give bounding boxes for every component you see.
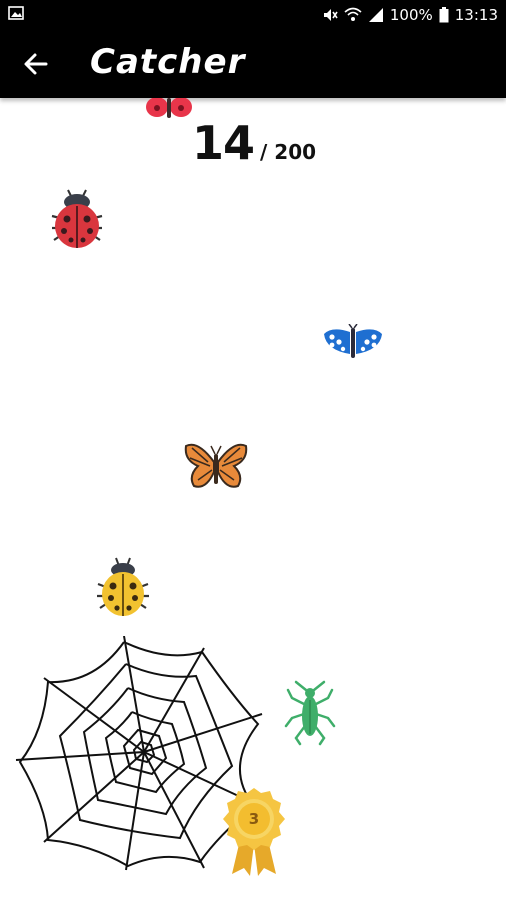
orange-butterfly[interactable] bbox=[184, 440, 248, 492]
image-icon bbox=[8, 6, 24, 20]
battery-percent: 100% bbox=[389, 6, 433, 24]
status-bar: 100% 13:13 bbox=[0, 0, 506, 30]
score-current: 14 bbox=[192, 116, 255, 170]
page-title: Catcher bbox=[90, 42, 246, 82]
score-display: 14 / 200 bbox=[192, 116, 316, 170]
mute-icon bbox=[323, 9, 338, 21]
medal-icon bbox=[223, 788, 285, 876]
green-insect[interactable] bbox=[284, 680, 336, 746]
arrow-left-icon[interactable] bbox=[20, 48, 52, 80]
app-bar: Catcher bbox=[0, 30, 506, 98]
score-total: / 200 bbox=[260, 140, 317, 164]
yellow-ladybug[interactable] bbox=[94, 556, 152, 620]
battery-icon bbox=[439, 7, 449, 23]
red-ladybug[interactable] bbox=[48, 186, 106, 252]
level-medal[interactable]: 3 bbox=[218, 786, 290, 878]
red-butterfly-partial[interactable] bbox=[144, 98, 194, 120]
blue-butterfly[interactable] bbox=[322, 324, 384, 362]
signal-icon bbox=[368, 8, 383, 22]
clock: 13:13 bbox=[454, 6, 498, 24]
wifi-icon bbox=[344, 7, 362, 21]
medal-level: 3 bbox=[248, 810, 260, 828]
